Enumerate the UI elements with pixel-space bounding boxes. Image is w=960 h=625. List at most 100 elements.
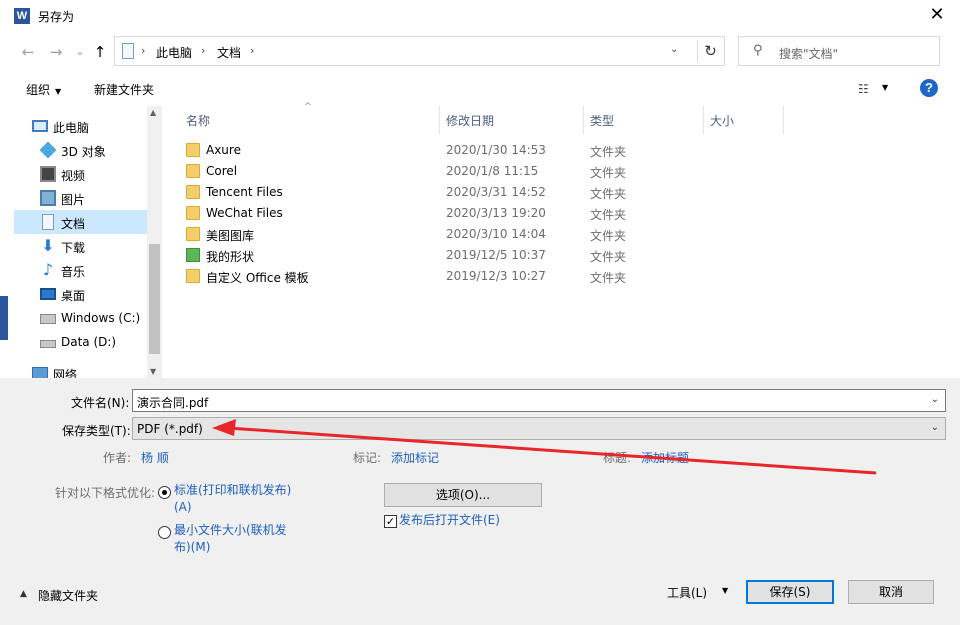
optimize-minimum-label[interactable]: 最小文件大小(联机发 布)(M) xyxy=(174,522,287,556)
file-type: 文件夹 xyxy=(590,271,627,285)
close-button[interactable]: ✕ xyxy=(914,0,960,32)
cancel-button[interactable]: 取消 xyxy=(848,580,934,604)
file-date: 2020/1/30 14:53 xyxy=(446,143,546,157)
refresh-button[interactable]: ↻ xyxy=(697,40,723,62)
file-name: Corel xyxy=(206,164,238,178)
file-row[interactable]: 美图图库 2020/3/10 14:04 文件夹 xyxy=(178,224,778,245)
sidebar-item-drive-d[interactable]: Data (D:) xyxy=(14,330,147,354)
column-divider[interactable] xyxy=(583,106,584,134)
breadcrumb-separator[interactable]: › xyxy=(201,44,205,57)
filename-label: 文件名(N): xyxy=(71,396,130,410)
sidebar-item-documents[interactable]: 文档 xyxy=(14,210,147,234)
organize-button[interactable]: 组织 ▼ xyxy=(26,81,61,98)
search-icon: ⚲ xyxy=(753,43,763,58)
file-type: 文件夹 xyxy=(590,166,627,180)
column-header-size[interactable]: 大小 xyxy=(710,112,734,129)
options-button[interactable]: 选项(O)... xyxy=(384,483,542,507)
sidebar-item-label: 此电脑 xyxy=(53,121,90,135)
column-divider[interactable] xyxy=(783,106,784,134)
desktop-icon xyxy=(40,288,56,300)
back-button[interactable]: ← xyxy=(18,42,38,62)
help-icon[interactable]: ? xyxy=(920,79,938,97)
sidebar-item-drive-c[interactable]: Windows (C:) xyxy=(14,306,147,330)
file-name: 美图图库 xyxy=(206,229,255,243)
file-list: Axure 2020/1/30 14:53 文件夹 Corel 2020/1/8… xyxy=(164,140,960,378)
chevron-up-icon[interactable]: ▲ xyxy=(20,589,27,599)
folder-icon xyxy=(186,227,200,241)
drive-d-icon xyxy=(40,340,56,348)
file-row[interactable]: Corel 2020/1/8 11:15 文件夹 xyxy=(178,161,778,182)
sidebar-scrollbar[interactable]: ▲ ▼ xyxy=(147,106,162,378)
optimize-minimum-radio[interactable] xyxy=(158,526,171,539)
column-divider[interactable] xyxy=(439,106,440,134)
address-bar[interactable]: › 此电脑 › 文档 › ⌄ ↻ xyxy=(114,36,725,66)
file-name: Tencent Files xyxy=(206,185,283,199)
file-name: WeChat Files xyxy=(206,206,283,220)
sidebar-item-downloads[interactable]: ⬇ 下载 xyxy=(14,234,147,258)
forward-button[interactable]: → xyxy=(46,42,66,62)
scroll-up-icon[interactable]: ▲ xyxy=(150,108,156,117)
breadcrumb-separator[interactable]: › xyxy=(250,44,254,57)
save-button[interactable]: 保存(S) xyxy=(746,580,834,604)
sidebar-item-video[interactable]: 视频 xyxy=(14,162,147,186)
optimize-standard-radio[interactable] xyxy=(158,486,171,499)
column-header-date-modified[interactable]: 修改日期 xyxy=(446,112,494,129)
sidebar-item-network[interactable]: 网络 xyxy=(14,361,147,378)
file-row[interactable]: 我的形状 2019/12/5 10:37 文件夹 xyxy=(178,245,778,266)
up-button[interactable]: ↑ xyxy=(90,42,110,62)
title-label: 标题: xyxy=(603,451,632,465)
scrollbar-thumb[interactable] xyxy=(149,244,160,354)
sidebar-item-label: 3D 对象 xyxy=(61,145,106,159)
tools-button[interactable]: 工具(L) xyxy=(667,584,707,601)
option-line: 标准(打印和联机发布) xyxy=(174,483,292,497)
add-title-link[interactable]: 添加标题 xyxy=(641,449,689,466)
chevron-down-icon[interactable]: ⌄ xyxy=(931,422,939,433)
background-edge-block xyxy=(0,296,8,340)
optimize-standard-label[interactable]: 标准(打印和联机发布) (A) xyxy=(174,482,291,516)
view-options-icon[interactable]: ☷ xyxy=(858,82,869,96)
author-value[interactable]: 杨 顺 xyxy=(141,449,169,466)
breadcrumb-separator[interactable]: › xyxy=(141,44,145,57)
file-row[interactable]: 自定义 Office 模板 2019/12/3 10:27 文件夹 xyxy=(178,266,778,287)
scroll-down-icon[interactable]: ▼ xyxy=(150,367,156,376)
file-type: 文件夹 xyxy=(590,208,627,222)
word-app-icon: W xyxy=(14,8,30,24)
filename-input[interactable]: 演示合同.pdf ⌄ xyxy=(132,389,946,412)
search-placeholder: 搜索"文档" xyxy=(779,47,839,61)
pictures-icon xyxy=(40,190,56,206)
column-header-name[interactable]: 名称 xyxy=(186,112,210,129)
file-row[interactable]: Tencent Files 2020/3/31 14:52 文件夹 xyxy=(178,182,778,203)
open-after-publish-checkbox[interactable]: ✓ xyxy=(384,515,397,528)
address-history-dropdown-icon[interactable]: ⌄ xyxy=(670,44,678,55)
add-tags-link[interactable]: 添加标记 xyxy=(391,449,439,466)
computer-icon xyxy=(32,120,48,132)
search-box[interactable]: ⚲ 搜索"文档" xyxy=(738,36,940,66)
column-header-type[interactable]: 类型 xyxy=(590,112,614,129)
folder-icon xyxy=(186,185,200,199)
file-row[interactable]: Axure 2020/1/30 14:53 文件夹 xyxy=(178,140,778,161)
column-divider[interactable] xyxy=(703,106,704,134)
author-label: 作者: xyxy=(103,451,132,465)
file-list-header: ^ 名称 修改日期 类型 大小 xyxy=(164,102,960,134)
title-bar: W 另存为 ✕ xyxy=(0,0,960,32)
sidebar-item-desktop[interactable]: 桌面 xyxy=(14,282,147,306)
network-icon xyxy=(32,367,48,378)
recent-locations-dropdown[interactable]: ⌄ xyxy=(70,42,90,62)
view-dropdown-icon[interactable]: ▼ xyxy=(882,83,888,92)
breadcrumb-this-pc[interactable]: 此电脑 xyxy=(156,44,192,61)
breadcrumb-documents[interactable]: 文档 xyxy=(217,44,241,61)
new-folder-button[interactable]: 新建文件夹 xyxy=(94,81,154,98)
sidebar-item-pictures[interactable]: 图片 xyxy=(14,186,147,210)
open-after-publish-label[interactable]: 发布后打开文件(E) xyxy=(399,512,500,529)
sidebar-item-music[interactable]: ♪ 音乐 xyxy=(14,258,147,282)
sidebar-item-this-pc[interactable]: 此电脑 xyxy=(14,114,147,138)
hide-folders-button[interactable]: 隐藏文件夹 xyxy=(38,587,98,604)
organize-label: 组织 xyxy=(26,83,51,97)
file-row[interactable]: WeChat Files 2020/3/13 19:20 文件夹 xyxy=(178,203,778,224)
filetype-select[interactable]: PDF (*.pdf) ⌄ xyxy=(132,417,946,440)
file-date: 2020/3/10 14:04 xyxy=(446,227,546,241)
sidebar-item-3d-objects[interactable]: 3D 对象 xyxy=(14,138,147,162)
chevron-down-icon[interactable]: ⌄ xyxy=(931,394,939,405)
folder-icon xyxy=(186,269,200,283)
tools-dropdown-icon[interactable]: ▼ xyxy=(722,586,728,595)
